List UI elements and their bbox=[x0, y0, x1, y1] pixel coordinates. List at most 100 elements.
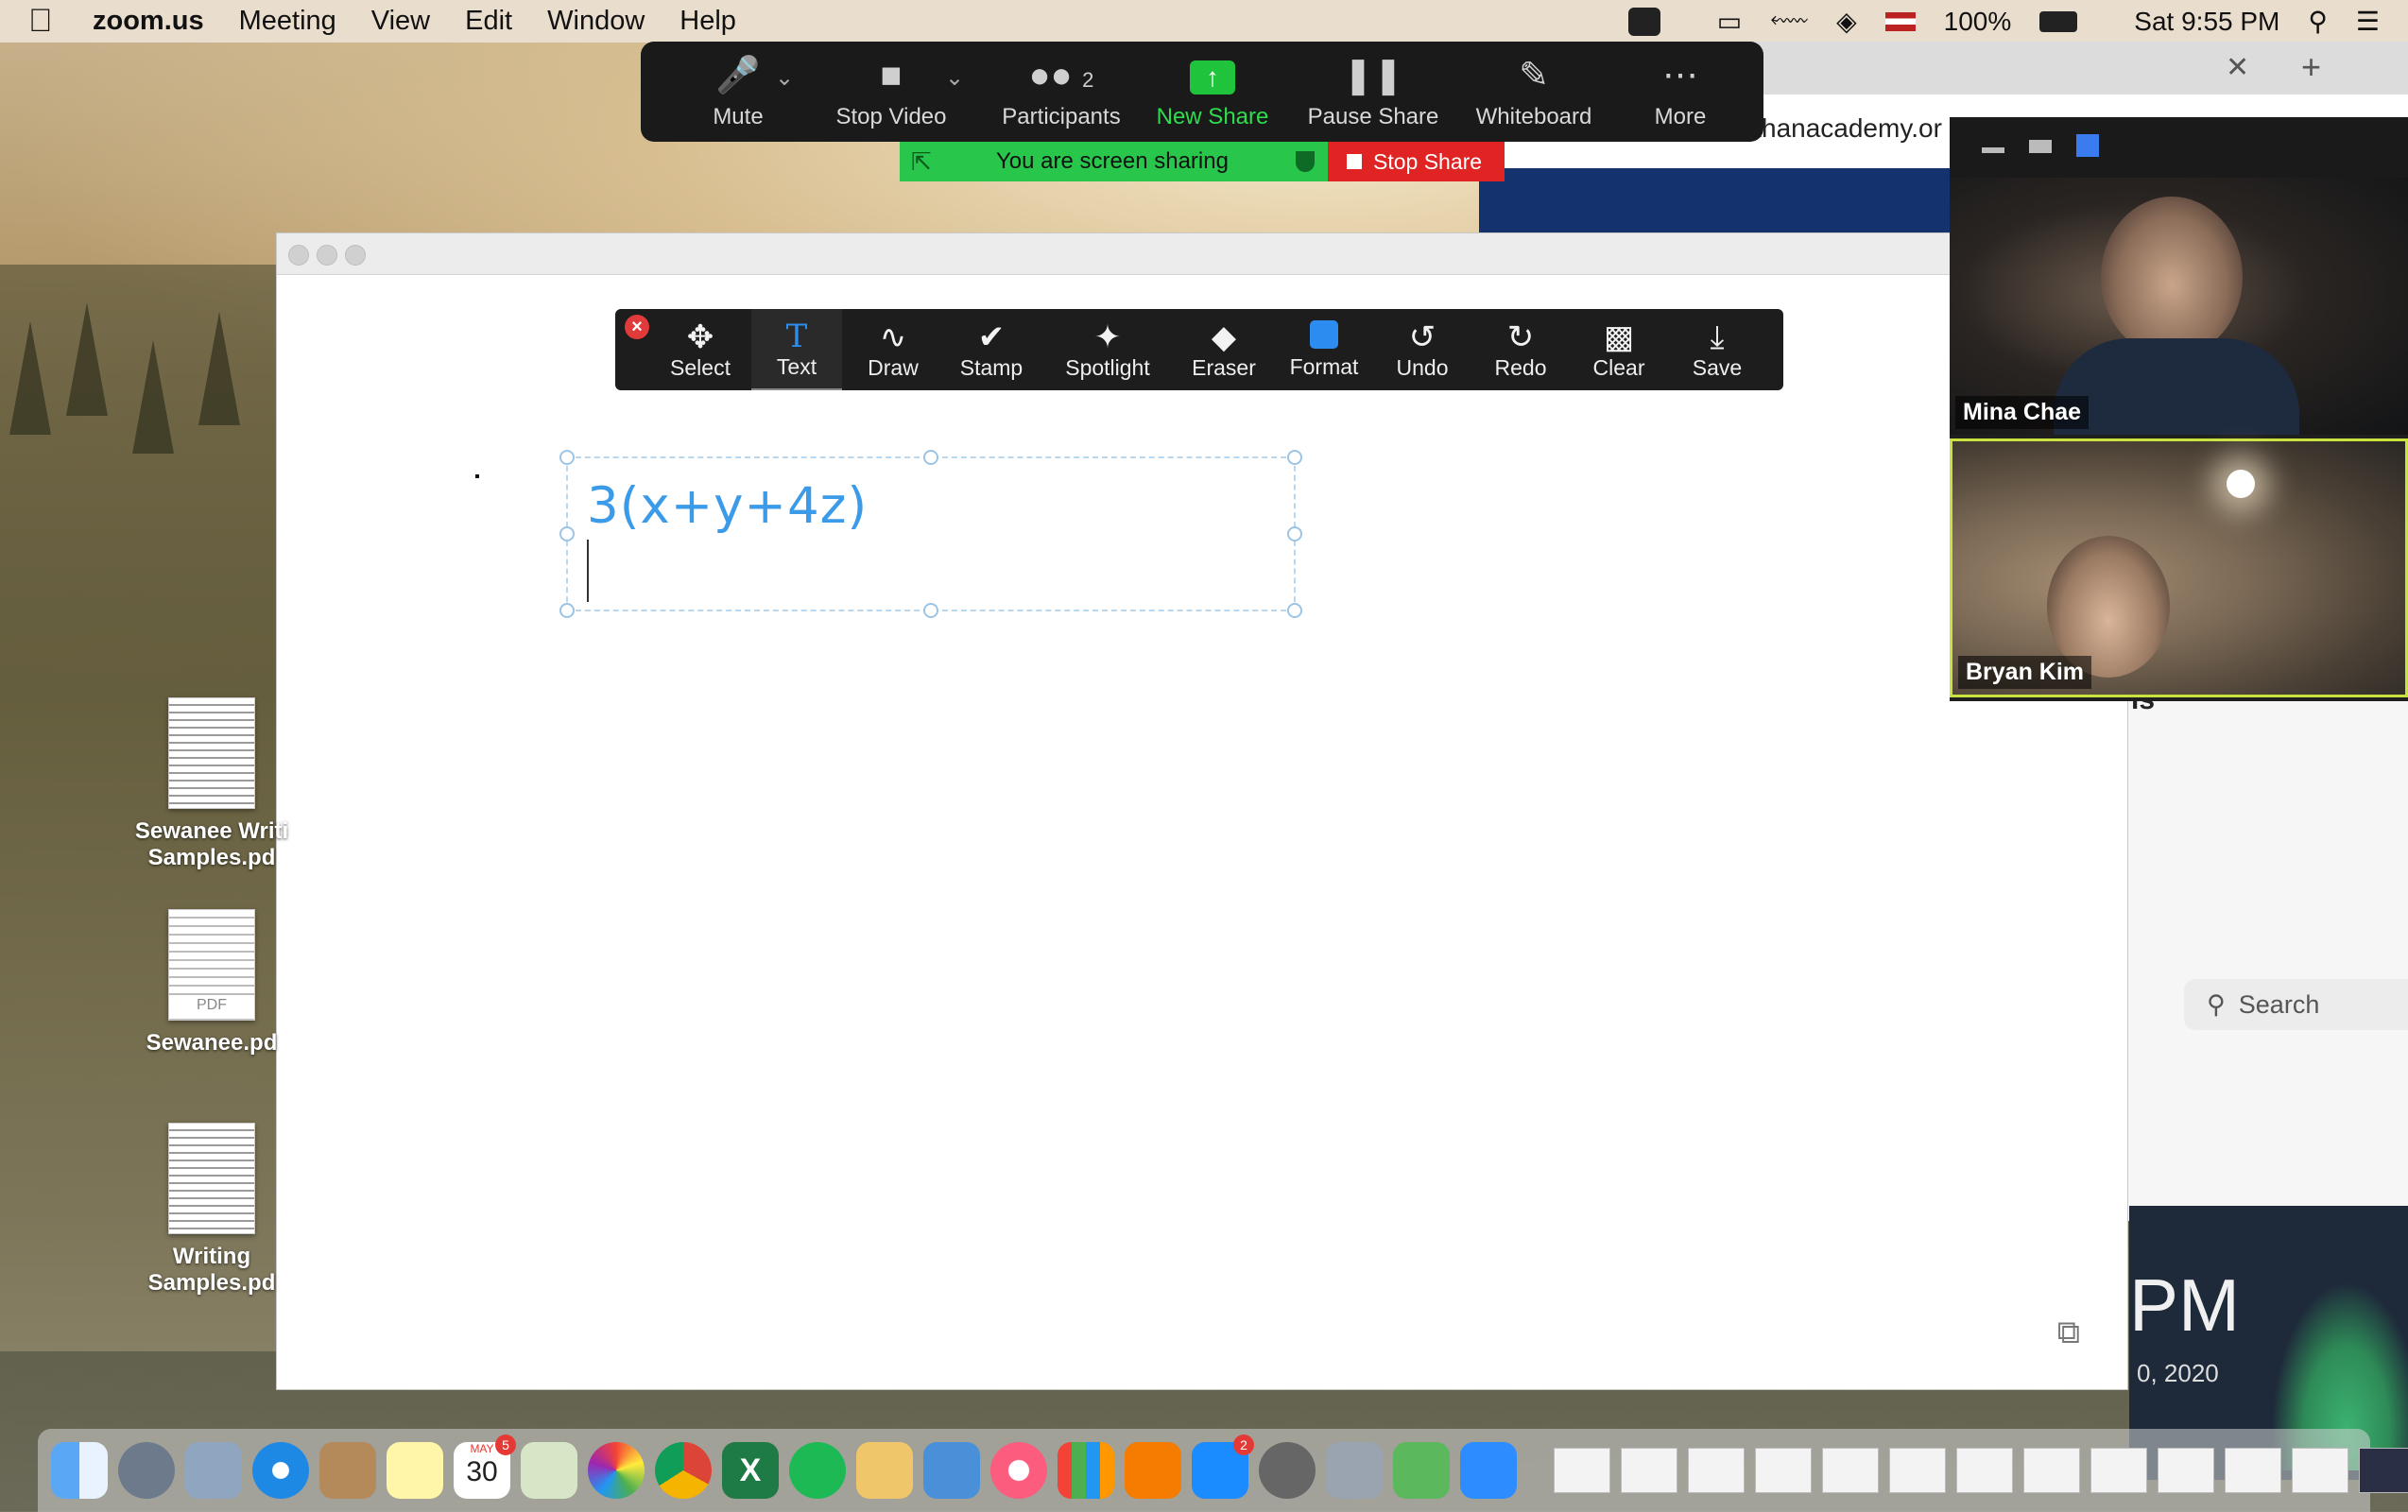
resize-handle[interactable] bbox=[559, 450, 575, 465]
screen-sharing-banner[interactable]: ⇱ You are screen sharing bbox=[900, 142, 1328, 181]
menu-app-name[interactable]: zoom.us bbox=[93, 6, 204, 37]
active-speaker-view-icon[interactable] bbox=[2029, 140, 2052, 153]
battery-icon[interactable] bbox=[2039, 10, 2106, 32]
wifi-icon[interactable]: ◈ bbox=[1836, 6, 1857, 37]
minimized-window-thumbnail[interactable] bbox=[2292, 1448, 2348, 1493]
clock[interactable]: Sat 9:55 PM bbox=[2134, 7, 2279, 37]
participant-video-active-speaker[interactable]: Bryan Kim bbox=[1950, 438, 2408, 697]
launchpad-icon[interactable] bbox=[118, 1442, 175, 1499]
whiteboard-button[interactable]: ✎ Whiteboard bbox=[1458, 42, 1609, 142]
minimized-window-thumbnail[interactable] bbox=[2090, 1448, 2147, 1493]
menu-meeting[interactable]: Meeting bbox=[239, 6, 336, 37]
tool-clear[interactable]: ▩ Clear bbox=[1574, 309, 1664, 390]
annotation-text[interactable]: 3(x+y+4z) bbox=[587, 477, 868, 535]
menu-window[interactable]: Window bbox=[547, 6, 645, 37]
pages-icon[interactable] bbox=[856, 1442, 913, 1499]
resize-handle[interactable] bbox=[923, 450, 938, 465]
books-icon[interactable] bbox=[1125, 1442, 1181, 1499]
resize-handle[interactable] bbox=[559, 526, 575, 541]
notification-center-icon[interactable]: ☰ bbox=[2356, 6, 2380, 37]
gallery-view-icon[interactable] bbox=[2076, 134, 2099, 157]
stop-share-button[interactable]: Stop Share bbox=[1328, 142, 1505, 181]
resize-handle[interactable] bbox=[1287, 603, 1302, 618]
mute-button[interactable]: 🎤 Mute bbox=[686, 42, 790, 142]
spotlight-search-icon[interactable]: ⚲ bbox=[2308, 6, 2328, 37]
minimized-window-thumbnail[interactable] bbox=[1621, 1448, 1677, 1493]
app-store-icon[interactable]: 2 bbox=[1192, 1435, 1254, 1499]
music-icon[interactable] bbox=[990, 1442, 1047, 1499]
flag-icon[interactable] bbox=[1884, 11, 1916, 31]
excel-icon[interactable]: X bbox=[722, 1442, 779, 1499]
menu-help[interactable]: Help bbox=[679, 6, 736, 37]
keynote-icon[interactable] bbox=[923, 1442, 980, 1499]
url-text[interactable]: khanacademy.or bbox=[1748, 113, 1942, 144]
close-toolbar-icon[interactable]: × bbox=[625, 315, 649, 339]
drag-arrow-icon[interactable]: ⇱ bbox=[911, 147, 932, 177]
resize-handle[interactable] bbox=[1287, 450, 1302, 465]
new-page-icon[interactable]: ⧉ bbox=[2057, 1314, 2080, 1351]
spotify-icon[interactable] bbox=[789, 1442, 846, 1499]
minimized-window-thumbnail[interactable] bbox=[1688, 1448, 1745, 1493]
bluetooth-icon[interactable]: ⬳ bbox=[1770, 6, 1808, 37]
desktop-file-sewanee-writing[interactable]: Sewanee Writi Samples.pd bbox=[108, 697, 316, 871]
apple-icon[interactable]:  bbox=[28, 0, 72, 43]
audio-options-chevron-icon[interactable]: ⌄ bbox=[775, 64, 794, 92]
zoom-status-icon[interactable] bbox=[1627, 7, 1689, 36]
tab-close-icon[interactable]: ✕ bbox=[2226, 51, 2249, 84]
tool-save[interactable]: ⤓ Save bbox=[1672, 309, 1763, 390]
installer-icon[interactable] bbox=[1393, 1442, 1450, 1499]
desktop-file-writing-samples[interactable]: Writing Samples.pd bbox=[108, 1123, 316, 1297]
tool-undo[interactable]: ↺ Undo bbox=[1377, 309, 1468, 390]
whiteboard-titlebar[interactable] bbox=[277, 233, 2127, 275]
minimized-window-thumbnail[interactable] bbox=[1889, 1448, 1946, 1493]
contacts-icon[interactable] bbox=[319, 1442, 376, 1499]
minimized-window-thumbnail[interactable] bbox=[1822, 1448, 1879, 1493]
tool-eraser[interactable]: ◆ Eraser bbox=[1177, 309, 1271, 390]
image-capture-icon[interactable] bbox=[1326, 1442, 1383, 1499]
tool-text[interactable]: T Text bbox=[751, 309, 842, 390]
tool-select[interactable]: ✥ Select bbox=[655, 309, 746, 390]
participants-button[interactable]: ●● 2 Participants bbox=[990, 42, 1132, 142]
tool-draw[interactable]: ∿ Draw bbox=[848, 309, 938, 390]
minimized-window-thumbnail[interactable] bbox=[2023, 1448, 2080, 1493]
minimize-window-button[interactable] bbox=[317, 245, 337, 266]
zoom-window-button[interactable] bbox=[345, 245, 366, 266]
new-tab-icon[interactable]: + bbox=[2301, 47, 2321, 87]
tool-spotlight[interactable]: ✦ Spotlight bbox=[1046, 309, 1169, 390]
preview-icon[interactable] bbox=[185, 1442, 242, 1499]
minimized-window-thumbnail[interactable] bbox=[1755, 1448, 1812, 1493]
numbers-icon[interactable] bbox=[1058, 1442, 1114, 1499]
system-preferences-icon[interactable] bbox=[1259, 1442, 1316, 1499]
finder-icon[interactable] bbox=[51, 1442, 108, 1499]
safari-icon[interactable] bbox=[252, 1442, 309, 1499]
photos-icon[interactable] bbox=[588, 1442, 645, 1499]
minimized-window-thumbnail[interactable] bbox=[2359, 1448, 2408, 1493]
desktop-file-sewanee-pdf[interactable]: Sewanee.pd bbox=[108, 909, 316, 1057]
tool-stamp[interactable]: ✔ Stamp bbox=[944, 309, 1039, 390]
minimized-window-thumbnail[interactable] bbox=[2225, 1448, 2281, 1493]
calendar-icon[interactable]: MAY 30 5 bbox=[454, 1435, 516, 1499]
airplay-icon[interactable]: ▭ bbox=[1717, 6, 1742, 37]
video-panel-header[interactable] bbox=[1950, 117, 2408, 178]
minimize-videos-icon[interactable] bbox=[1982, 147, 2004, 153]
pause-share-button[interactable]: ❚❚ Pause Share bbox=[1293, 42, 1453, 142]
menu-view[interactable]: View bbox=[371, 6, 430, 37]
tool-redo[interactable]: ↻ Redo bbox=[1475, 309, 1566, 390]
minimized-window-thumbnail[interactable] bbox=[1956, 1448, 2013, 1493]
stop-video-button[interactable]: ■ Stop Video bbox=[820, 42, 962, 142]
notes-icon[interactable] bbox=[387, 1442, 443, 1499]
menu-edit[interactable]: Edit bbox=[465, 6, 512, 37]
battery-percent[interactable]: 100% bbox=[1944, 7, 2012, 37]
close-window-button[interactable] bbox=[288, 245, 309, 266]
text-annotation-box[interactable]: 3(x+y+4z) bbox=[559, 450, 1302, 618]
reminders-icon[interactable] bbox=[521, 1442, 577, 1499]
participant-video[interactable]: Mina Chae bbox=[1950, 178, 2408, 435]
video-options-chevron-icon[interactable]: ⌄ bbox=[945, 64, 964, 92]
minimized-window-thumbnail[interactable] bbox=[2158, 1448, 2214, 1493]
resize-handle[interactable] bbox=[559, 603, 575, 618]
site-search-input[interactable]: ⚲ Search bbox=[2184, 979, 2408, 1030]
zoom-icon[interactable] bbox=[1460, 1442, 1517, 1499]
tool-format[interactable]: Format bbox=[1277, 309, 1371, 390]
new-share-button[interactable]: ↑ New Share bbox=[1146, 42, 1279, 142]
resize-handle[interactable] bbox=[923, 603, 938, 618]
